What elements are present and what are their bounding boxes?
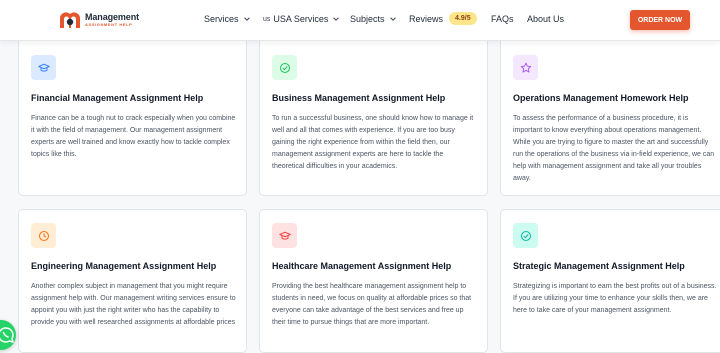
card-description: To assess the performance of a business …: [513, 115, 715, 182]
brand-logo[interactable]: Management ASSIGNMENT HELP: [58, 9, 139, 31]
service-card-operations[interactable]: Operations Management Homework Help To a…: [500, 30, 720, 196]
order-now-button[interactable]: ORDER NOW: [630, 10, 690, 30]
nav-subjects-label: Subjects: [350, 14, 385, 24]
card-title: Strategic Management Assignment Help: [513, 261, 685, 271]
card-description: Finance can be a tough nut to crack espe…: [31, 115, 236, 158]
chevron-down-icon: [243, 17, 250, 21]
service-card-strategic[interactable]: Strategic Management Assignment Help Str…: [500, 209, 720, 353]
service-card-financial[interactable]: Financial Management Assignment Help Fin…: [18, 30, 247, 196]
service-card-business[interactable]: Business Management Assignment Help To r…: [259, 30, 488, 196]
whatsapp-chat-button[interactable]: [0, 320, 16, 350]
card-description: To run a successful business, one should…: [272, 115, 474, 170]
whatsapp-icon: [0, 327, 14, 343]
nav-subjects[interactable]: Subjects: [350, 14, 397, 24]
nav-reviews[interactable]: Reviews 4.9/5: [409, 12, 477, 25]
nav-reviews-label: Reviews: [409, 13, 444, 24]
card-description: Strategizing is important to earn the be…: [513, 283, 717, 314]
card-description: Providing the best healthcare management…: [272, 283, 472, 326]
star-icon: [513, 55, 538, 80]
nav-usa-services-label: USA Services: [273, 14, 329, 24]
nav-services-label: Services: [204, 14, 239, 24]
logo-mark-icon: [60, 12, 80, 28]
graduation-cap-icon: [31, 55, 56, 80]
nav-about[interactable]: About Us: [527, 14, 564, 24]
nav-about-label: About Us: [527, 14, 565, 24]
brand-subtitle: ASSIGNMENT HELP: [85, 22, 133, 27]
service-card-engineering[interactable]: Engineering Management Assignment Help A…: [18, 209, 247, 353]
nav-faqs-label: FAQs: [491, 14, 514, 24]
chevron-down-icon: [389, 17, 396, 21]
chevron-down-icon: [333, 17, 340, 21]
card-description: Another complex subject in management th…: [31, 283, 236, 326]
top-navbar: Management ASSIGNMENT HELP Services us U…: [0, 0, 720, 41]
nav-usa-services[interactable]: us USA Services: [263, 14, 340, 24]
card-title: Healthcare Management Assignment Help: [272, 261, 452, 271]
nav-faqs[interactable]: FAQs: [491, 14, 514, 24]
rating-badge: 4.9/5: [449, 12, 477, 25]
card-title: Financial Management Assignment Help: [31, 93, 204, 103]
card-title: Business Management Assignment Help: [272, 93, 446, 103]
brand-title: Management: [85, 12, 140, 22]
check-circle-icon: [513, 223, 538, 248]
service-card-healthcare[interactable]: Healthcare Management Assignment Help Pr…: [259, 209, 488, 353]
graduation-cap-icon: [272, 223, 297, 248]
card-title: Operations Management Homework Help: [513, 93, 689, 103]
clock-icon: [31, 223, 56, 248]
check-circle-icon: [272, 55, 297, 80]
nav-services[interactable]: Services: [204, 14, 251, 24]
card-title: Engineering Management Assignment Help: [31, 261, 217, 271]
usa-flag-icon: us: [263, 15, 271, 23]
